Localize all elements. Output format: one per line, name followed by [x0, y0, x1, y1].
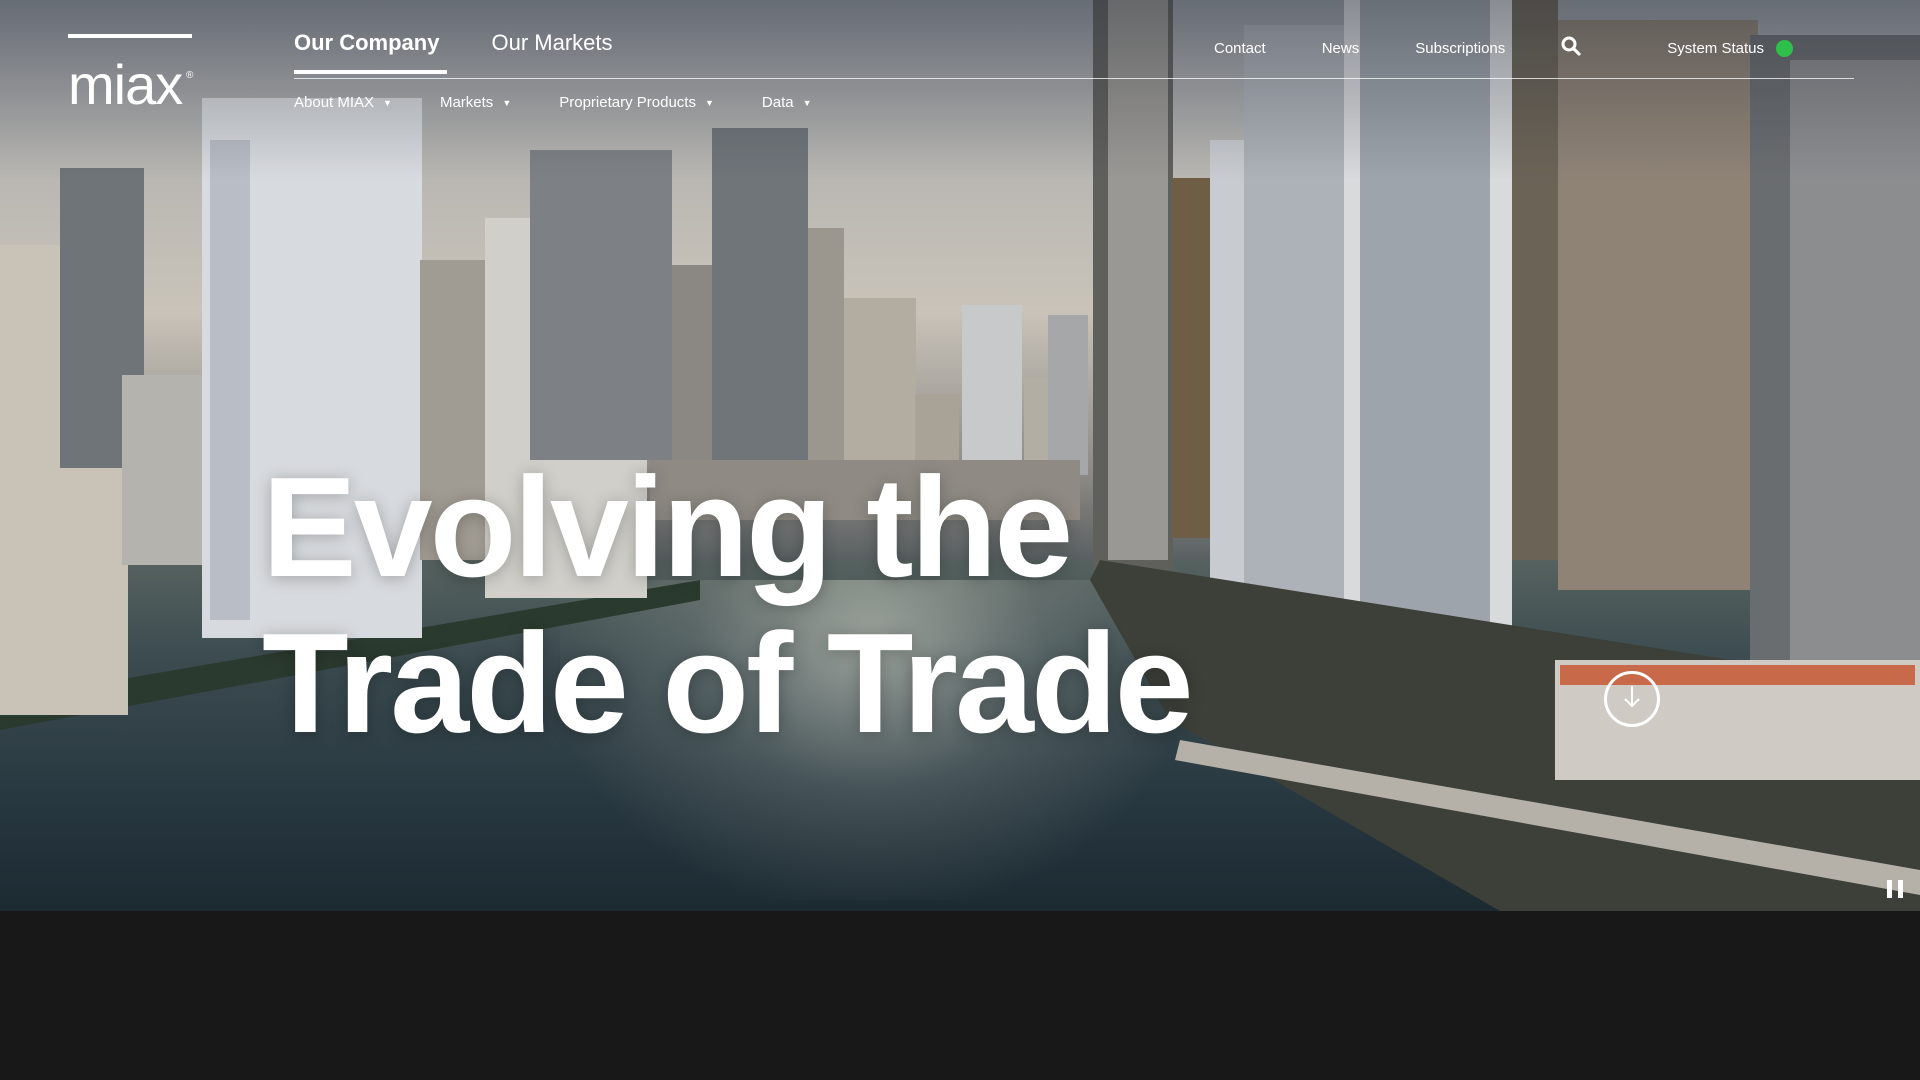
- subscriptions-link[interactable]: Subscriptions: [1415, 40, 1505, 57]
- sub-nav-label: Markets: [439, 94, 494, 111]
- sub-nav-item-markets[interactable]: Markets ▼: [440, 94, 511, 111]
- dark-band: [0, 911, 1920, 1080]
- headline-line-2: Trade of Trade: [262, 604, 1194, 763]
- registered-mark: ®: [186, 70, 194, 81]
- arrow-down-icon: [1621, 684, 1643, 715]
- sub-nav-label: Proprietary Products: [559, 94, 696, 111]
- status-indicator-dot: [1775, 39, 1793, 57]
- sub-nav: About MIAX ▼ Markets ▼ Proprietary Produ…: [294, 94, 860, 111]
- hero-headline: Evolving the Trade of Trade: [262, 448, 1194, 763]
- caret-down-icon: ▼: [802, 97, 812, 108]
- nav-divider: [294, 78, 1854, 79]
- top-shade: [0, 0, 1920, 180]
- scroll-down-button[interactable]: [1604, 671, 1660, 727]
- utility-nav: Contact News Subscriptions System Status: [1214, 36, 1793, 58]
- contact-link[interactable]: Contact: [1214, 40, 1266, 57]
- sub-nav-label: About MIAX: [294, 94, 375, 111]
- primary-nav: Our Company Our Markets: [294, 30, 665, 74]
- search-icon[interactable]: [1561, 36, 1581, 56]
- sub-nav-item-proprietary-products[interactable]: Proprietary Products ▼: [559, 94, 714, 111]
- sub-nav-item-data[interactable]: Data ▼: [762, 94, 812, 111]
- miax-logo[interactable]: miax: [68, 34, 196, 116]
- caret-down-icon: ▼: [502, 97, 512, 108]
- tab-our-company[interactable]: Our Company: [294, 30, 448, 74]
- pause-icon[interactable]: [1887, 880, 1903, 898]
- tab-our-markets[interactable]: Our Markets: [491, 30, 612, 74]
- sub-nav-item-about-miax[interactable]: About MIAX ▼: [294, 94, 392, 111]
- logo-bar: [68, 34, 192, 38]
- logo-wordmark: miax: [68, 53, 183, 116]
- headline-line-1: Evolving the: [262, 448, 1073, 607]
- caret-down-icon: ▼: [704, 97, 714, 108]
- caret-down-icon: ▼: [383, 97, 392, 108]
- system-status-label: System Status: [1667, 39, 1764, 57]
- sub-nav-label: Data: [761, 94, 794, 111]
- system-status[interactable]: System Status: [1667, 39, 1793, 57]
- news-link[interactable]: News: [1322, 40, 1360, 57]
